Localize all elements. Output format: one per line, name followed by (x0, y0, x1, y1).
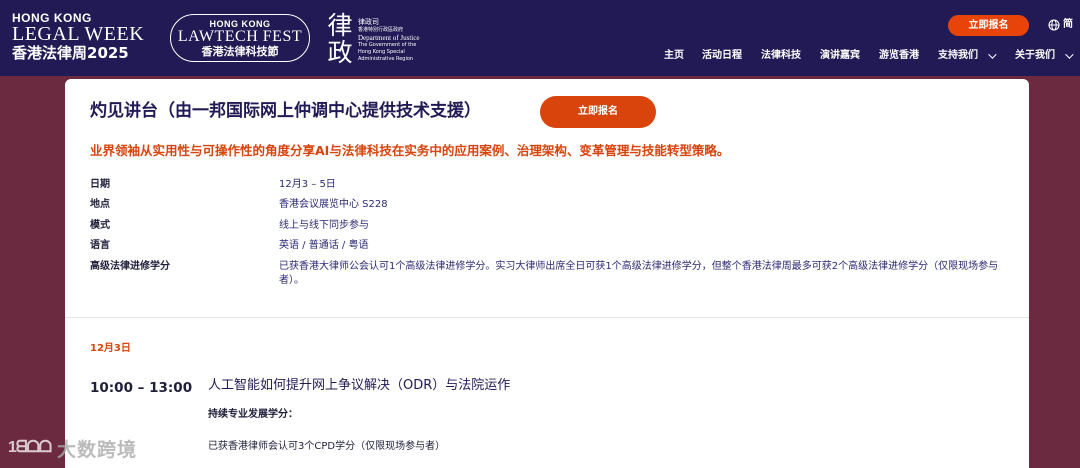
info-label: 模式 (90, 220, 110, 231)
nav-label: 活动日程 (702, 50, 742, 61)
doj-line: 香港特別行政區政府 (358, 27, 404, 33)
info-value: 已获香港大律师公会认可1个高级法律进修学分。实习大律师出席全日可获1个高级法律进… (279, 261, 999, 286)
info-label: 地点 (90, 199, 110, 210)
nav-label: 支持我们 (938, 50, 978, 61)
nav-item-about-us[interactable]: 关于我们 (1015, 48, 1074, 64)
nav-item-home[interactable]: 主页 (664, 48, 684, 64)
doj-line: 律政司 (358, 18, 379, 26)
info-label: 高级法律进修学分 (90, 261, 170, 272)
doj-wordmark: 律政司 香港特別行政區政府 Department of Justice The … (358, 18, 420, 63)
chevron-down-icon (988, 50, 997, 59)
watermark-text: 大数跨境 (57, 438, 138, 461)
logo-line: 香港法律周2025 (12, 44, 129, 62)
lawtech-fest-logo[interactable]: HONG KONG LAWTECH FEST 香港法律科技節 (170, 14, 310, 62)
watermark: 1ᗺᗝᗝ 大数跨境 (8, 434, 137, 462)
nav-item-lawtech[interactable]: 法律科技 (761, 48, 801, 64)
nav-item-explore-hk[interactable]: 游览香港 (879, 48, 919, 64)
nav-label: 关于我们 (1015, 50, 1055, 61)
info-label: 日期 (90, 179, 110, 190)
info-value: 12月3 – 5日 (279, 179, 336, 190)
globe-icon (1048, 19, 1060, 31)
info-value: 英语 / 普通话 / 粤语 (279, 240, 369, 251)
language-switch[interactable]: 简 (1048, 17, 1073, 33)
doj-line: The Government of the Hong Kong Special … (358, 42, 417, 62)
doj-seal: 律政 (327, 11, 353, 67)
info-value: 线上与线下同步参与 (279, 220, 369, 231)
nav-label: 主页 (664, 50, 684, 61)
logo-line: 香港法律科技節 (201, 45, 279, 58)
chevron-down-icon (1065, 50, 1074, 59)
session-cpd-value: 已获香港律师会认可3个CPD学分（仅限现场参与者） (208, 441, 446, 452)
info-label: 语言 (90, 240, 110, 251)
session-time: 10:00 – 13:00 (90, 380, 193, 396)
event-register-button[interactable]: 立即报名 (540, 96, 656, 128)
logo-line: LEGAL WEEK (12, 23, 145, 45)
nav-label: 法律科技 (761, 50, 801, 61)
language-label: 简 (1063, 19, 1073, 30)
session-cpd-label: 持续专业发展学分： (208, 409, 298, 420)
watermark-logo: 1ᗺᗝᗝ (8, 439, 52, 456)
header-register-button[interactable]: 立即报名 (948, 15, 1029, 36)
doj-line: Department of Justice (358, 34, 420, 42)
schedule-date: 12月3日 (90, 343, 131, 354)
event-description: 业界领袖从实用性与可操作性的角度分享AI与法律科技在实务中的应用案例、治理架构、… (90, 143, 730, 158)
nav-label: 演讲嘉宾 (820, 50, 860, 61)
department-of-justice-logo[interactable]: 律政 律政司 香港特別行政區政府 Department of Justice T… (326, 12, 421, 68)
info-value: 香港会议展览中心 S228 (279, 199, 388, 210)
event-title: 灼见讲台（由一邦国际网上仲调中心提供技术支援） (90, 101, 481, 121)
section-divider (65, 317, 1029, 318)
event-card: 灼见讲台（由一邦国际网上仲调中心提供技术支援） 立即报名 业界领袖从实用性与可操… (65, 79, 1029, 468)
session-title[interactable]: 人工智能如何提升网上争议解决（ODR）与法院运作 (208, 377, 510, 395)
nav-item-support-us[interactable]: 支持我们 (938, 48, 997, 64)
logo-line: LAWTECH FEST (177, 28, 303, 45)
site-header: HONG KONG LEGAL WEEK 香港法律周2025 HONG KONG… (0, 0, 1080, 76)
nav-item-speakers[interactable]: 演讲嘉宾 (820, 48, 860, 64)
nav-item-programme[interactable]: 活动日程 (702, 48, 742, 64)
nav-label: 游览香港 (879, 50, 919, 61)
hk-legal-week-logo[interactable]: HONG KONG LEGAL WEEK 香港法律周2025 (12, 12, 154, 64)
